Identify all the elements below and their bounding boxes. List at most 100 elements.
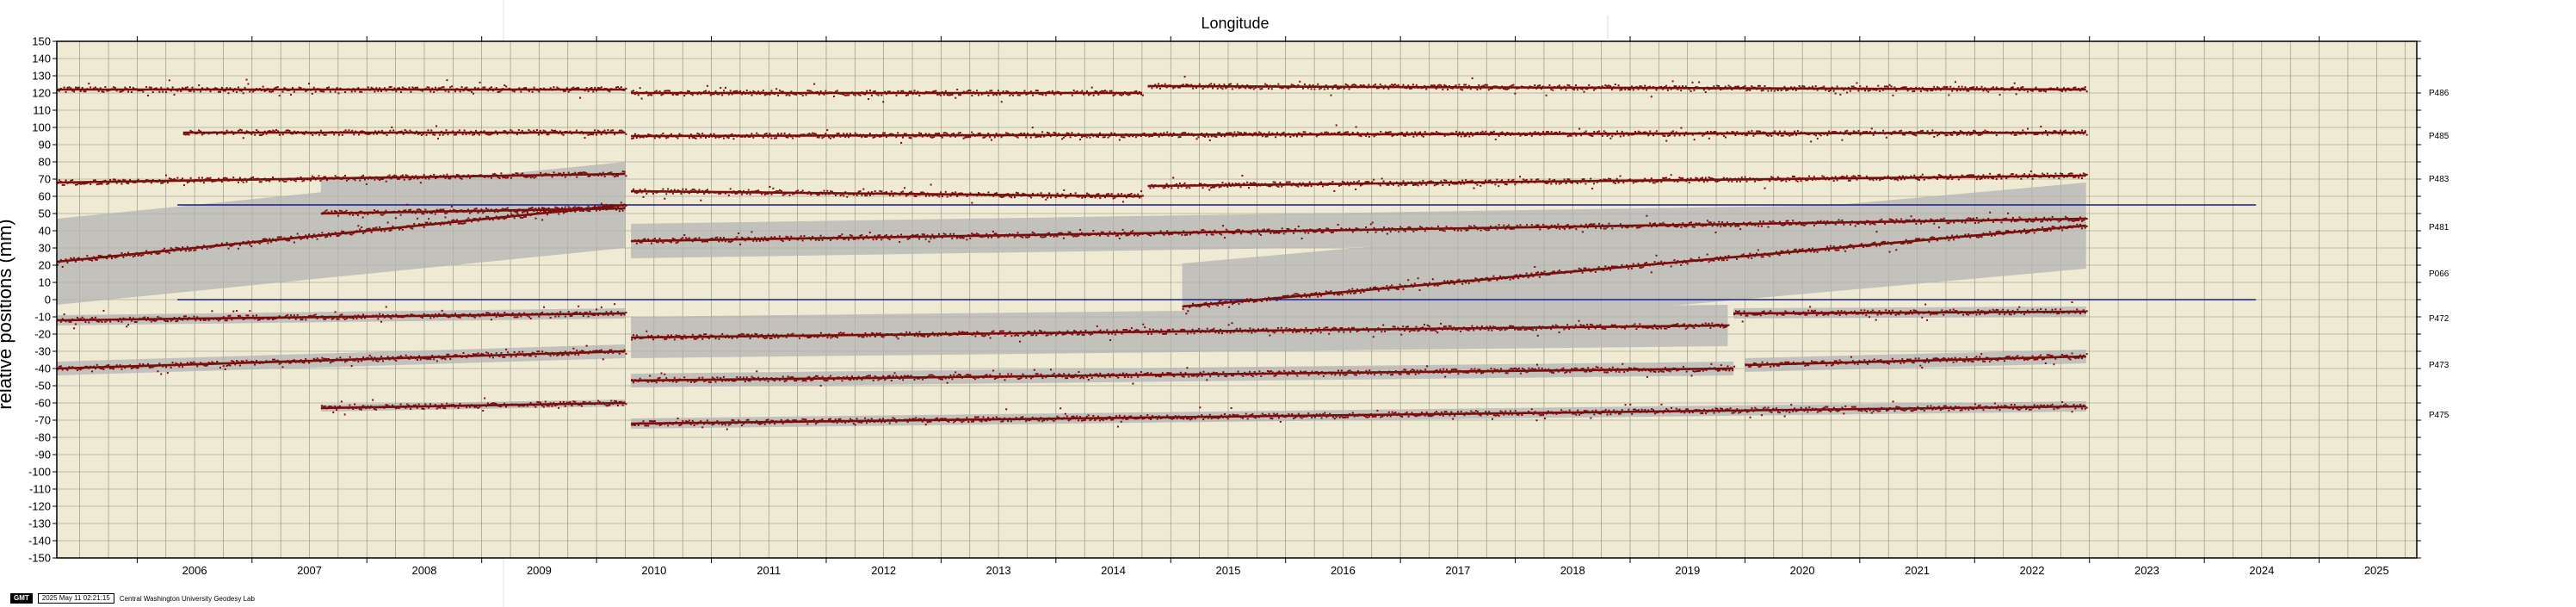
data-point <box>1221 88 1224 90</box>
data-point <box>1522 178 1524 181</box>
data-point <box>106 257 108 260</box>
data-point <box>2031 177 2034 180</box>
data-point <box>1912 90 1914 93</box>
data-point <box>736 236 738 238</box>
data-point <box>618 210 621 213</box>
data-point <box>1134 234 1136 237</box>
data-point <box>1436 131 1438 133</box>
data-point <box>278 95 281 97</box>
data-point <box>953 232 955 235</box>
data-point <box>1379 84 1381 86</box>
data-point <box>1455 130 1458 133</box>
data-point <box>582 171 584 174</box>
data-point <box>201 177 203 179</box>
data-point <box>1957 178 1960 181</box>
data-point <box>857 190 860 193</box>
data-point <box>1443 230 1446 232</box>
data-point <box>1685 226 1688 228</box>
data-point <box>1507 178 1510 181</box>
data-point <box>587 210 590 213</box>
data-point <box>1045 94 1047 96</box>
data-point <box>1704 177 1707 179</box>
data-point <box>1973 217 1975 220</box>
data-point <box>969 90 972 92</box>
data-point <box>1665 177 1667 179</box>
data-point <box>336 235 338 238</box>
data-point <box>1415 84 1418 86</box>
data-point <box>200 90 202 93</box>
data-point <box>2005 177 2008 180</box>
data-point <box>931 136 934 139</box>
data-point <box>587 133 590 136</box>
data-point <box>848 238 850 241</box>
data-point <box>1706 220 1708 222</box>
data-point <box>2064 215 2066 218</box>
data-point <box>1915 222 1918 225</box>
data-point <box>270 90 273 93</box>
data-point <box>1204 135 1207 138</box>
data-point <box>379 179 381 182</box>
data-point <box>97 183 100 185</box>
data-point <box>739 243 742 245</box>
data-point <box>1810 140 1813 143</box>
data-point <box>1639 85 1641 88</box>
data-point <box>1461 131 1464 133</box>
data-point <box>1590 134 1592 137</box>
data-point <box>1575 134 1578 137</box>
data-point <box>1872 133 1875 136</box>
data-point <box>227 247 230 250</box>
data-point <box>227 92 230 95</box>
data-point <box>1769 180 1771 183</box>
data-point <box>238 244 241 246</box>
data-point <box>1002 195 1004 198</box>
data-point <box>1212 186 1214 189</box>
data-point <box>1937 174 1940 177</box>
data-point <box>1476 88 1479 90</box>
data-point <box>1887 85 1889 88</box>
data-point <box>534 217 537 220</box>
data-point <box>541 219 544 221</box>
data-point <box>540 171 542 174</box>
data-point <box>260 181 263 183</box>
data-point <box>445 129 448 132</box>
data-point <box>1402 180 1405 183</box>
data-point <box>846 133 849 135</box>
data-point <box>1220 233 1223 236</box>
data-point <box>1783 130 1786 133</box>
data-point <box>542 129 545 132</box>
data-point <box>1486 229 1489 232</box>
data-point <box>1286 227 1288 230</box>
data-point <box>1223 84 1226 86</box>
data-point <box>1512 84 1515 86</box>
data-point <box>821 137 824 139</box>
data-point <box>1040 235 1042 238</box>
data-point <box>122 256 125 258</box>
data-point <box>775 137 778 139</box>
data-point <box>270 241 273 244</box>
data-point <box>763 194 766 196</box>
data-point <box>1576 89 1578 91</box>
data-point <box>1690 90 1692 92</box>
data-point <box>1031 127 1034 129</box>
data-point <box>1460 229 1462 232</box>
data-point <box>1121 228 1124 231</box>
data-point <box>1460 135 1462 138</box>
data-point <box>826 189 829 192</box>
data-point <box>505 177 508 179</box>
data-point <box>1650 96 1652 98</box>
data-point <box>1980 85 1983 88</box>
data-point <box>923 233 925 236</box>
data-point <box>770 193 773 195</box>
data-point <box>1772 220 1775 222</box>
data-point <box>1792 220 1795 222</box>
data-point <box>1072 90 1075 92</box>
data-point <box>1900 129 1903 132</box>
data-point <box>157 252 159 255</box>
data-point <box>423 174 425 177</box>
data-point <box>1683 134 1686 137</box>
data-point <box>788 194 791 196</box>
data-point <box>388 174 391 177</box>
data-point <box>1166 230 1169 232</box>
data-point <box>287 129 289 132</box>
data-point <box>1966 90 1968 92</box>
